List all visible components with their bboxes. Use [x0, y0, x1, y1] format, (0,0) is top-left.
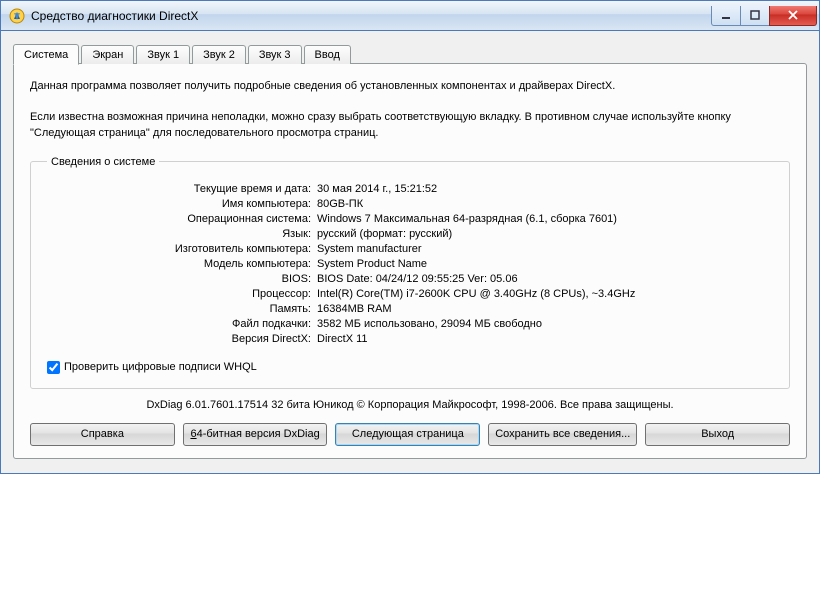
info-row: Текущие время и дата:30 мая 2014 г., 15:…	[47, 183, 773, 195]
info-label: Язык:	[47, 228, 317, 240]
sysinfo-legend: Сведения о системе	[47, 156, 159, 168]
save-all-button[interactable]: Сохранить все сведения...	[488, 423, 637, 446]
help-button[interactable]: Справка	[30, 423, 175, 446]
info-row: Версия DirectX:DirectX 11	[47, 333, 773, 345]
whql-row: Проверить цифровые подписи WHQL	[47, 361, 773, 374]
tab-display[interactable]: Экран	[81, 45, 134, 64]
info-value: 16384MB RAM	[317, 303, 773, 315]
exit-button[interactable]: Выход	[645, 423, 790, 446]
info-value: 3582 МБ использовано, 29094 МБ свободно	[317, 318, 773, 330]
info-label: Имя компьютера:	[47, 198, 317, 210]
sysinfo-group: Сведения о системе Текущие время и дата:…	[30, 156, 790, 389]
info-value: 30 мая 2014 г., 15:21:52	[317, 183, 773, 195]
footer-text: DxDiag 6.01.7601.17514 32 бита Юникод © …	[30, 399, 790, 411]
info-value: BIOS Date: 04/24/12 09:55:25 Ver: 05.06	[317, 273, 773, 285]
intro-p2: Если известна возможная причина неполадк…	[30, 109, 790, 142]
info-label: Память:	[47, 303, 317, 315]
tab-sound1[interactable]: Звук 1	[136, 45, 190, 64]
whql-checkbox[interactable]	[47, 361, 60, 374]
maximize-button[interactable]	[740, 6, 770, 26]
info-label: Процессор:	[47, 288, 317, 300]
info-row: Процессор:Intel(R) Core(TM) i7-2600K CPU…	[47, 288, 773, 300]
info-label: Изготовитель компьютера:	[47, 243, 317, 255]
dxdiag-window: Средство диагностики DirectX Система Экр…	[0, 0, 820, 474]
info-label: Файл подкачки:	[47, 318, 317, 330]
info-row: BIOS:BIOS Date: 04/24/12 09:55:25 Ver: 0…	[47, 273, 773, 285]
info-value: Intel(R) Core(TM) i7-2600K CPU @ 3.40GHz…	[317, 288, 773, 300]
info-label: BIOS:	[47, 273, 317, 285]
info-value: русский (формат: русский)	[317, 228, 773, 240]
info-label: Модель компьютера:	[47, 258, 317, 270]
info-value: System Product Name	[317, 258, 773, 270]
tab-input[interactable]: Ввод	[304, 45, 351, 64]
tabpanel-system: Данная программа позволяет получить подр…	[13, 63, 807, 459]
titlebar: Средство диагностики DirectX	[1, 1, 819, 31]
client-area: Система Экран Звук 1 Звук 2 Звук 3 Ввод …	[1, 31, 819, 473]
info-row: Изготовитель компьютера:System manufactu…	[47, 243, 773, 255]
info-row: Операционная система:Windows 7 Максималь…	[47, 213, 773, 225]
info-row: Файл подкачки:3582 МБ использовано, 2909…	[47, 318, 773, 330]
info-row: Модель компьютера:System Product Name	[47, 258, 773, 270]
info-label: Текущие время и дата:	[47, 183, 317, 195]
button-row: Справка 64-битная версия DxDiag Следующа…	[30, 423, 790, 446]
window-controls	[712, 6, 817, 26]
info-value: DirectX 11	[317, 333, 773, 345]
info-value: Windows 7 Максимальная 64-разрядная (6.1…	[317, 213, 773, 225]
info-row: Память:16384MB RAM	[47, 303, 773, 315]
tab-system[interactable]: Система	[13, 44, 79, 65]
next-page-button[interactable]: Следующая страница	[335, 423, 480, 446]
intro-p1: Данная программа позволяет получить подр…	[30, 78, 790, 95]
info-value: System manufacturer	[317, 243, 773, 255]
dxdiag-icon	[9, 8, 25, 24]
bit64-button[interactable]: 64-битная версия DxDiag	[183, 423, 328, 446]
minimize-button[interactable]	[711, 6, 741, 26]
tab-sound2[interactable]: Звук 2	[192, 45, 246, 64]
close-button[interactable]	[769, 6, 817, 26]
whql-label[interactable]: Проверить цифровые подписи WHQL	[64, 361, 257, 373]
info-row: Имя компьютера:80GB-ПК	[47, 198, 773, 210]
info-label: Операционная система:	[47, 213, 317, 225]
info-row: Язык:русский (формат: русский)	[47, 228, 773, 240]
window-title: Средство диагностики DirectX	[31, 9, 712, 23]
info-value: 80GB-ПК	[317, 198, 773, 210]
intro-text: Данная программа позволяет получить подр…	[30, 78, 790, 142]
info-label: Версия DirectX:	[47, 333, 317, 345]
tabstrip: Система Экран Звук 1 Звук 2 Звук 3 Ввод	[13, 41, 807, 63]
tab-sound3[interactable]: Звук 3	[248, 45, 302, 64]
